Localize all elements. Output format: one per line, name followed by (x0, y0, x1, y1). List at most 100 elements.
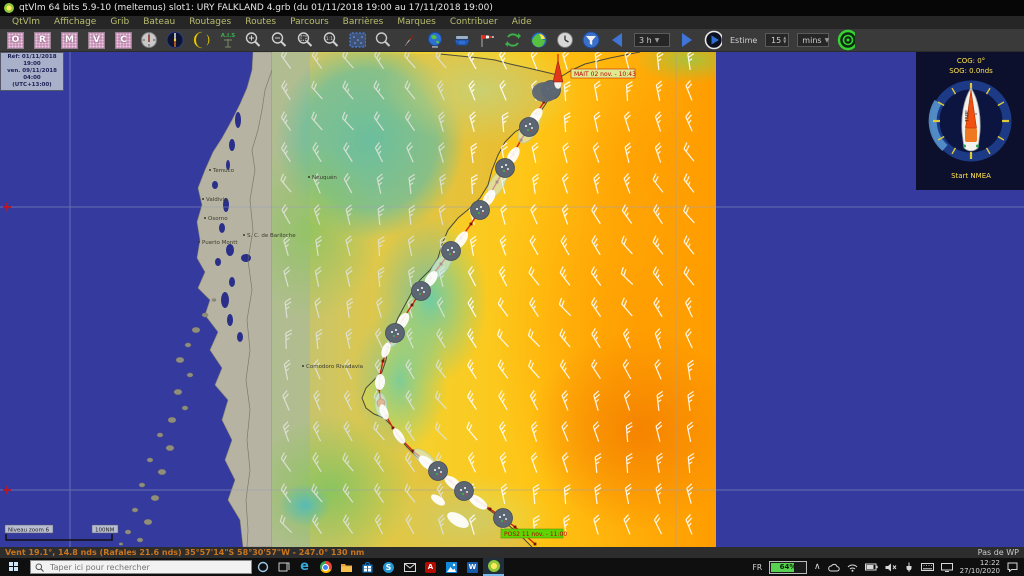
edge-icon[interactable]: e (294, 558, 315, 576)
ais-icon[interactable]: A.I.S (218, 31, 236, 49)
keyboard-icon[interactable] (921, 563, 934, 571)
language-indicator[interactable]: FR (753, 563, 763, 572)
menu-item-grib[interactable]: Grib (103, 16, 136, 29)
view-profile-button-v[interactable]: V (88, 32, 105, 49)
mail-icon[interactable] (399, 558, 420, 576)
center-boat-button[interactable] (837, 31, 855, 49)
spin-arrows-icon[interactable]: ▲▼ (783, 36, 786, 44)
menu-bar: QtVlmAffichageGribBateauRoutagesRoutesPa… (0, 16, 1024, 29)
play-animation-button[interactable] (704, 31, 722, 49)
store-icon[interactable] (357, 558, 378, 576)
view-profile-button-m[interactable]: M (61, 32, 78, 49)
estime-label: Estime (730, 36, 757, 45)
tray-date: 27/10/2020 (960, 567, 1000, 575)
compass-dial-icon[interactable] (166, 31, 184, 49)
tray-time: 12:22 (960, 559, 1000, 567)
status-bar: Vent 19.1°, 14.8 nds (Rafales 21.6 nds) … (0, 547, 1024, 558)
boat-measure-icon[interactable] (452, 31, 470, 49)
menu-item-parcours[interactable]: Parcours (283, 16, 336, 29)
photos-icon[interactable] (441, 558, 462, 576)
route-weather-badge (520, 118, 539, 137)
tray-expand-icon[interactable]: ∧ (814, 562, 821, 572)
cortana-icon[interactable] (252, 558, 273, 576)
taskbar-search[interactable] (30, 560, 252, 574)
notification-center-icon[interactable] (1007, 562, 1018, 572)
qtvlm-window: qtVlm 64 bits 5.9-10 (meltemus) slot1: U… (0, 0, 1024, 576)
menu-item-routages[interactable]: Routages (182, 16, 238, 29)
acrobat-icon[interactable]: A (420, 558, 441, 576)
file-explorer-icon[interactable] (336, 558, 357, 576)
skype-icon[interactable]: S (378, 558, 399, 576)
clock-icon[interactable] (556, 31, 574, 49)
grib-globe-icon[interactable] (530, 31, 548, 49)
chrome-icon[interactable] (315, 558, 336, 576)
scale-distance-label: 100NM (95, 528, 115, 534)
chevron-down-icon: ▼ (825, 37, 830, 44)
grib-current-date: ven. 09/11/2018 04:00 (2, 68, 62, 82)
moon-icon[interactable] (192, 31, 210, 49)
menu-item-qtvlm[interactable]: QtVlm (5, 16, 47, 29)
map-canvas[interactable]: TemucoValdiviaOsornoPuerto MonttS. C. de… (0, 52, 1024, 547)
windows-taskbar: e S A W FR 64% ∧ 12:22 27/10/2020 (0, 558, 1024, 576)
tray-clock[interactable]: 12:22 27/10/2020 (960, 559, 1000, 575)
magnifier-icon[interactable] (374, 31, 392, 49)
estime-spinbox[interactable]: 15 ▲▼ (765, 33, 789, 47)
system-tray: FR 64% ∧ 12:22 27/10/2020 (753, 559, 1024, 575)
compass-needle-icon[interactable] (400, 31, 418, 49)
estime-value: 15 (771, 36, 781, 45)
menu-item-aide[interactable]: Aide (505, 16, 539, 29)
menu-item-bateau[interactable]: Bateau (136, 16, 182, 29)
windsock-icon[interactable] (478, 31, 496, 49)
grib-utc-offset: (UTC+13:00) (2, 82, 62, 89)
start-button[interactable] (0, 558, 28, 576)
power-plug-icon[interactable] (904, 562, 914, 572)
time-step-select[interactable]: 3 h▼ (634, 33, 670, 47)
view-profile-button-o[interactable]: O (7, 32, 24, 49)
cog-readout: COG: 0° (957, 57, 985, 65)
menu-item-affichage[interactable]: Affichage (47, 16, 103, 29)
compass-widget[interactable]: COG: 0° SOG: 0.0nds TRUE Start NMEA (916, 52, 1024, 190)
wifi-icon[interactable] (847, 563, 858, 572)
battery-tray-icon[interactable] (865, 563, 878, 571)
route-weather-badge (455, 482, 474, 501)
refresh-grib-icon[interactable] (504, 31, 522, 49)
estime-unit-select[interactable]: mins ▼ (797, 33, 829, 47)
windows-logo-icon (9, 562, 19, 572)
route-weather-badge (471, 201, 490, 220)
task-view-icon[interactable] (273, 558, 294, 576)
time-step-forward-button[interactable] (678, 31, 696, 49)
route-weather-badge (412, 282, 431, 301)
menu-item-barrières[interactable]: Barrières (336, 16, 391, 29)
onedrive-cloud-icon[interactable] (828, 563, 840, 572)
battery-widget[interactable]: 64% (769, 561, 807, 574)
menu-item-routes[interactable]: Routes (238, 16, 283, 29)
route-weather-badge (494, 509, 513, 528)
wind-readout: Vent 19.1°, 14.8 nds (Rafales 21.6 nds) … (5, 548, 364, 557)
zoom-level-label: Niveau zoom 6 (8, 528, 50, 534)
word-icon[interactable]: W (462, 558, 483, 576)
estime-unit-value: mins (802, 36, 821, 45)
menu-item-marques[interactable]: Marques (390, 16, 442, 29)
display-icon[interactable] (941, 563, 953, 572)
time-step-back-button[interactable] (608, 31, 626, 49)
city-label: Neuquén (312, 174, 337, 181)
grib-ref-date: Réf: 01/11/2018 19:00 (2, 54, 62, 68)
zoom-in-icon[interactable] (244, 31, 262, 49)
search-input[interactable] (48, 562, 232, 573)
boat-label: MAIT 02 nov. - 10:43 (571, 69, 636, 78)
zoom-out-icon[interactable] (270, 31, 288, 49)
zoom-one-to-one-icon[interactable]: 1:1 (322, 31, 340, 49)
volume-muted-icon[interactable] (885, 563, 897, 572)
view-profile-button-c[interactable]: C (115, 32, 132, 49)
view-profile-button-r[interactable]: R (34, 32, 51, 49)
qtvlm-taskbar-icon[interactable] (483, 558, 504, 576)
city-label: Osorno (208, 216, 228, 222)
start-nmea-button[interactable]: Start NMEA (951, 172, 991, 180)
menu-item-contribuer[interactable]: Contribuer (443, 16, 505, 29)
zoom-selection-icon[interactable] (296, 31, 314, 49)
svg-text:1:1: 1:1 (326, 36, 333, 42)
compass-card-icon[interactable] (140, 31, 158, 49)
grib-zone-select-icon[interactable] (348, 31, 366, 49)
globe-icon[interactable] (426, 31, 444, 49)
filter-funnel-icon[interactable] (582, 31, 600, 49)
